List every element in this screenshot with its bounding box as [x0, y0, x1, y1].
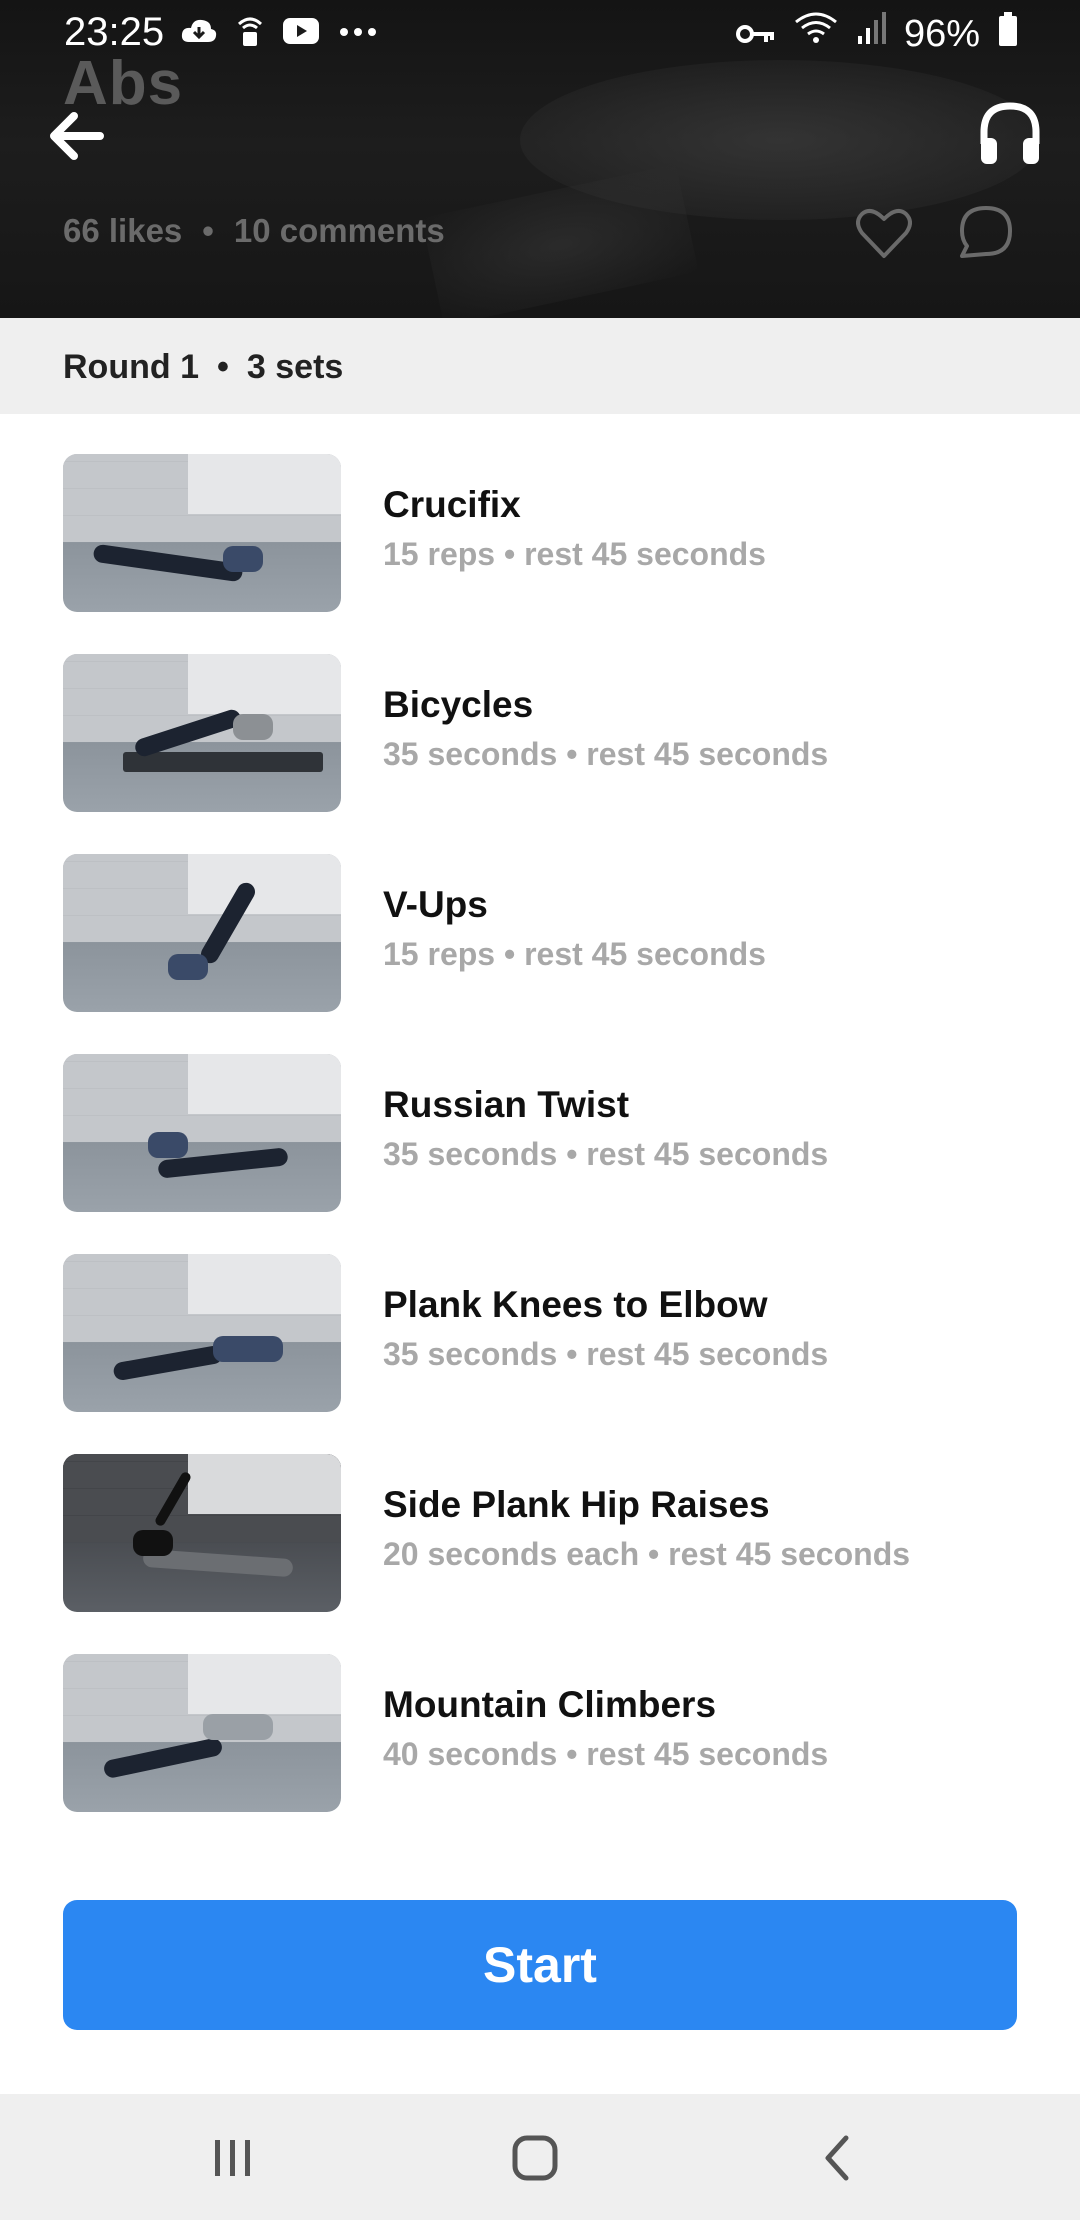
- like-button[interactable]: [856, 206, 912, 260]
- exercise-thumbnail: [63, 1054, 341, 1212]
- home-icon: [512, 2135, 558, 2181]
- battery-percent: 96%: [903, 12, 980, 55]
- round-sets: 3 sets: [246, 348, 344, 386]
- exercise-detail: 35 seconds • rest 45 seconds: [383, 1336, 829, 1372]
- header-background-detail: [421, 164, 699, 318]
- exercise-item-side-plank-hip-raises[interactable]: Side Plank Hip Raises 20 seconds each • …: [0, 1454, 1080, 1614]
- exercise-name: Russian Twist: [383, 1084, 630, 1125]
- exercise-detail: 15 reps • rest 45 seconds: [383, 936, 766, 972]
- headphones-icon: [980, 102, 1040, 164]
- lock-wifi-icon: [236, 14, 264, 53]
- exercise-detail: 15 reps • rest 45 seconds: [383, 536, 766, 572]
- more-icon: [338, 25, 378, 43]
- exercise-thumbnail: [63, 1254, 341, 1412]
- exercise-detail: 20 seconds each • rest 45 seconds: [383, 1536, 911, 1572]
- exercise-detail: 35 seconds • rest 45 seconds: [383, 1136, 829, 1172]
- exercise-name: Crucifix: [383, 484, 521, 525]
- stats-separator: •: [202, 212, 214, 249]
- audio-button[interactable]: [978, 100, 1042, 168]
- youtube-icon: [282, 16, 320, 51]
- key-icon: [735, 13, 776, 56]
- exercise-item-crucifix[interactable]: Crucifix 15 reps • rest 45 seconds: [0, 454, 1080, 614]
- exercise-thumbnail: [63, 854, 341, 1012]
- exercise-name: Plank Knees to Elbow: [383, 1284, 768, 1325]
- back-button[interactable]: [44, 106, 108, 166]
- round-header: Round 1 • 3 sets: [0, 318, 1080, 414]
- recent-apps-button[interactable]: [203, 2130, 263, 2186]
- exercise-detail: 40 seconds • rest 45 seconds: [383, 1736, 829, 1772]
- start-button[interactable]: Start: [63, 1900, 1017, 2030]
- exercise-thumbnail: [63, 1654, 341, 1812]
- exercise-item-v-ups[interactable]: V-Ups 15 reps • rest 45 seconds: [0, 854, 1080, 1014]
- wifi-icon: [794, 12, 838, 56]
- workout-header: 23:25 96% Abs 66 likes • 10 comments: [0, 0, 1080, 318]
- exercise-name: Side Plank Hip Raises: [383, 1484, 770, 1525]
- arrow-left-icon: [50, 112, 104, 160]
- home-button[interactable]: [505, 2130, 565, 2186]
- social-stats: 66 likes • 10 comments: [63, 212, 445, 250]
- exercise-item-bicycles[interactable]: Bicycles 35 seconds • rest 45 seconds: [0, 654, 1080, 814]
- battery-icon: [998, 12, 1018, 56]
- comment-bubble-icon: [960, 206, 1012, 258]
- exercise-item-russian-twist[interactable]: Russian Twist 35 seconds • rest 45 secon…: [0, 1054, 1080, 1214]
- comment-button[interactable]: [958, 204, 1014, 260]
- exercise-name: Mountain Climbers: [383, 1684, 717, 1725]
- exercise-thumbnail: [63, 454, 341, 612]
- exercise-name: V-Ups: [383, 884, 488, 925]
- recent-apps-icon: [215, 2140, 250, 2176]
- exercise-item-mountain-climbers[interactable]: Mountain Climbers 40 seconds • rest 45 s…: [0, 1654, 1080, 1814]
- signal-icon: [856, 12, 886, 56]
- exercise-thumbnail: [63, 654, 341, 812]
- exercise-name: Bicycles: [383, 684, 534, 725]
- exercise-item-plank-knees-to-elbow[interactable]: Plank Knees to Elbow 35 seconds • rest 4…: [0, 1254, 1080, 1414]
- exercise-detail: 35 seconds • rest 45 seconds: [383, 736, 829, 772]
- chevron-left-icon: [825, 2135, 849, 2181]
- round-label: Round 1: [63, 348, 199, 386]
- comments-count: 10 comments: [233, 212, 445, 249]
- cloud-icon: [180, 16, 218, 51]
- exercise-thumbnail: [63, 1454, 341, 1612]
- system-back-button[interactable]: [808, 2130, 868, 2186]
- round-separator: •: [216, 348, 229, 386]
- likes-count: 66 likes: [63, 212, 183, 249]
- heart-icon: [856, 208, 912, 258]
- system-navigation-bar: [0, 2094, 1080, 2220]
